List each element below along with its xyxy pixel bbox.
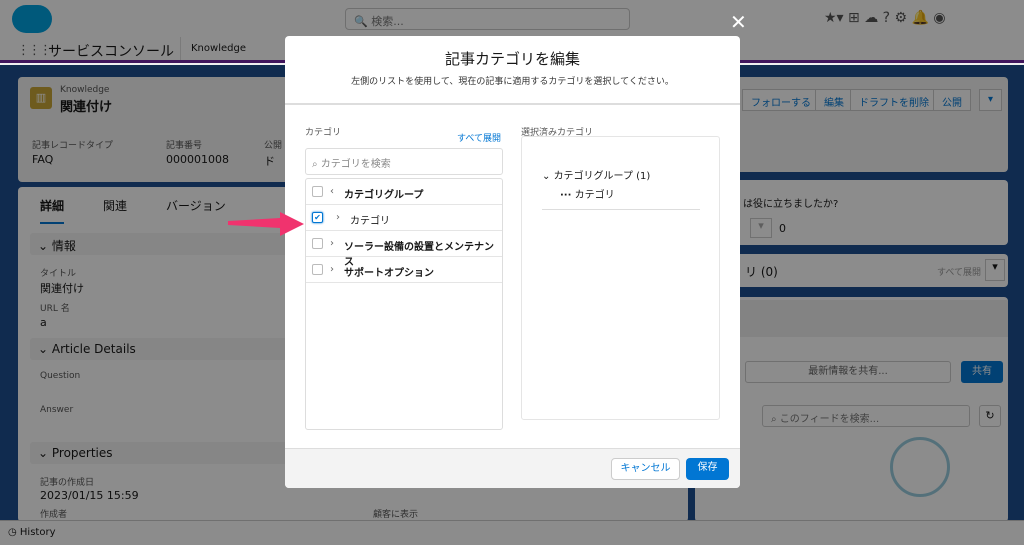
selected-item: ··· カテゴリ [560,190,615,201]
knowledge-icon: ▥ [30,87,52,109]
publish-button[interactable]: 公開 [933,89,971,111]
tree-item-label: カテゴリグループ [344,190,424,201]
divider [285,103,740,105]
helpful-question: は役に立ちましたか? [743,199,839,210]
thumbs-down-icon[interactable]: ▾ [750,218,772,238]
section-title: 情報 [51,239,76,253]
divider [542,209,700,210]
chevron-right-icon[interactable]: › [330,238,334,249]
tab-details[interactable]: 詳細 [40,197,65,224]
checkbox-checked[interactable]: ✔ [312,212,323,223]
share-input[interactable]: 最新情報を共有... [745,361,951,383]
record-title: 関連付け [60,100,113,115]
search-placeholder: 検索... [371,15,404,28]
feed-search-input[interactable]: ⌕ このフィードを検索... [762,405,970,427]
publisher-tab-area [740,300,1008,337]
field-value: a [40,316,47,329]
category-search-input[interactable]: ⌕ カテゴリを検索 [305,148,503,175]
field-value: ド [264,155,275,168]
record-type: Knowledge [60,85,110,95]
expand-all-link[interactable]: すべて展開 [457,131,501,144]
search-icon: ⌕ [312,159,318,170]
field-label: URL 名 [40,304,70,314]
selected-group[interactable]: ⌄ カテゴリグループ (1) [542,167,650,182]
vote-count: 0 [779,222,786,235]
close-icon[interactable]: ✕ [730,10,747,34]
checkbox[interactable] [312,238,323,249]
history-button[interactable]: History [20,527,56,538]
field-value: 2023/01/15 15:59 [40,489,139,502]
tree-item-label: カテゴリ [350,216,390,227]
app-launcher-icon[interactable]: ⋮⋮⋮ [17,43,52,58]
tree-item[interactable]: ✔ › カテゴリ [306,205,502,231]
more-actions-chevron-icon[interactable]: ▾ [979,89,1003,111]
chevron-right-icon[interactable]: › [330,264,334,275]
helpful-card: は役に立ちましたか? ▾ 0 [695,180,1008,245]
record-actions: フォローする 編集 ドラフトを削除 公開 ▾ [695,77,1008,172]
field-label: タイトル [40,269,77,279]
checkbox[interactable] [312,186,323,197]
selected-group-label: カテゴリグループ (1) [553,171,651,182]
field-label: 記事レコードタイプ [32,141,114,151]
modal-footer: キャンセル 保存 [285,448,740,488]
selected-item-label: カテゴリ [574,190,615,201]
chevron-down-icon[interactable]: ▾ [985,259,1005,281]
selected-categories-panel: ⌄ カテゴリグループ (1) ··· カテゴリ [521,136,720,420]
follow-button[interactable]: フォローする [742,89,820,111]
edit-button[interactable]: 編集 [815,89,853,111]
field-label: 記事番号 [166,141,203,151]
field-value: 000001008 [166,153,229,166]
categories-title: リ (0) [745,265,778,279]
cancel-button[interactable]: キャンセル [611,458,680,480]
field-value: 関連付け [40,282,84,295]
share-button[interactable]: 共有 [961,361,1003,383]
categories-card: リ (0) すべて展開 ▾ [695,254,1008,287]
salesforce-logo[interactable] [12,5,52,33]
empty-feed-illustration [890,437,950,497]
chevron-right-icon[interactable]: › [336,212,340,223]
field-label: Question [40,371,81,381]
tab-versions[interactable]: バージョン [166,197,226,214]
feed-search-placeholder: このフィードを検索... [779,414,880,425]
modal-title: 記事カテゴリを編集 [444,50,580,68]
checkbox[interactable] [312,264,323,275]
category-label: カテゴリ [305,128,342,138]
section-title: Article Details [51,342,136,356]
tab-related[interactable]: 関連 [103,197,127,214]
global-search-input[interactable]: 🔍 検索... [345,8,630,30]
field-label: 顧客に表示 [373,510,419,520]
tree-item[interactable]: ‹ カテゴリグループ [306,179,502,205]
utility-bar: ◷ History [0,520,1024,545]
delete-draft-button[interactable]: ドラフトを削除 [850,89,938,111]
tree-item[interactable]: › サポートオプション [306,257,502,283]
field-label: Answer [40,405,74,415]
tree-item[interactable]: › ソーラー設備の設置とメンテナンス [306,231,502,268]
tree-item-label: サポートオプション [344,268,434,279]
refresh-icon[interactable]: ↻ [979,405,1001,427]
header-icons[interactable]: ★▾ ⊞ ☁ ? ⚙ 🔔 ◉ [824,10,946,26]
edit-categories-modal: 記事カテゴリを編集 左側のリストを使用して、現在の記事に適用するカテゴリを選択し… [285,36,740,488]
nav-tab-knowledge[interactable]: Knowledge [180,37,256,60]
field-label: 作成者 [40,510,68,520]
modal-subtitle: 左側のリストを使用して、現在の記事に適用するカテゴリを選択してください。 [351,77,674,87]
global-header: 🔍 検索... ★▾ ⊞ ☁ ? ⚙ 🔔 ◉ [0,0,1024,37]
feed-card: 最新情報を共有... 共有 ⌕ このフィードを検索... ↻ [695,297,1008,522]
search-placeholder: カテゴリを検索 [320,159,391,170]
annotation-arrow [228,212,304,236]
field-label: 公開 [264,141,283,151]
category-tree: ‹ カテゴリグループ ✔ › カテゴリ › ソーラー設備の設置とメンテナンス › サポート… [305,178,503,430]
section-title: Properties [51,446,113,460]
field-label: 記事の作成日 [40,478,95,488]
chevron-left-icon[interactable]: ‹ [330,186,334,197]
save-button[interactable]: 保存 [686,458,729,480]
field-value: FAQ [32,153,54,166]
expand-all-link[interactable]: すべて展開 [937,265,981,278]
app-name: サービスコンソール [48,44,174,60]
